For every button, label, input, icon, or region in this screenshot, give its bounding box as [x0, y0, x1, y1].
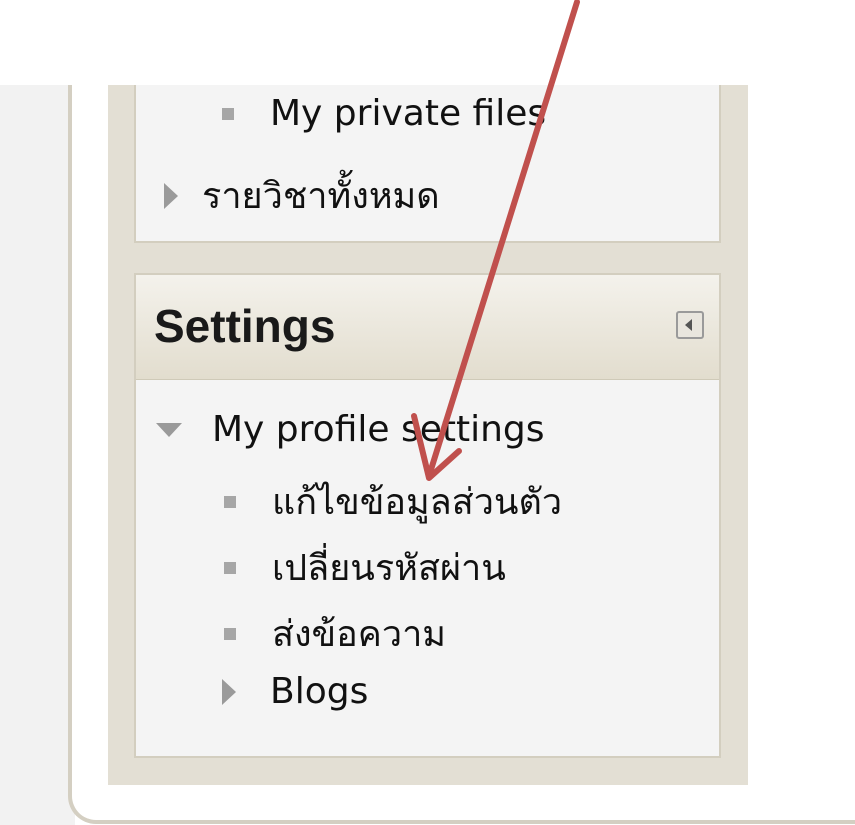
- nav-item-label[interactable]: รายวิชาทั้งหมด: [202, 167, 440, 224]
- nav-item-label[interactable]: My private files: [270, 93, 546, 134]
- bullet-icon: [224, 561, 236, 574]
- settings-item-label[interactable]: เปลี่ยนรหัสผ่าน: [272, 539, 506, 596]
- settings-item-messages[interactable]: ส่งข้อความ: [224, 605, 446, 662]
- expand-arrow-icon[interactable]: [222, 678, 236, 705]
- settings-item-label[interactable]: ส่งข้อความ: [272, 605, 446, 662]
- bullet-icon: [224, 627, 236, 640]
- settings-header: Settings: [136, 275, 719, 380]
- navigation-block: My private files รายวิชาทั้งหมด: [134, 85, 721, 243]
- settings-item-label[interactable]: My profile settings: [212, 409, 545, 450]
- dock-left-icon[interactable]: [676, 311, 704, 339]
- bullet-icon: [222, 107, 234, 120]
- bullet-icon: [224, 495, 236, 508]
- page-background-left: [0, 85, 75, 825]
- nav-item-all-courses[interactable]: รายวิชาทั้งหมด: [164, 167, 440, 224]
- settings-item-change-password[interactable]: เปลี่ยนรหัสผ่าน: [224, 539, 506, 596]
- settings-block: Settings My profile settings แก้ไขข้อมูล…: [134, 273, 721, 758]
- expand-arrow-icon[interactable]: [164, 182, 178, 209]
- settings-item-label[interactable]: แก้ไขข้อมูลส่วนตัว: [272, 473, 562, 530]
- nav-item-private-files[interactable]: My private files: [222, 93, 546, 134]
- settings-item-profile[interactable]: My profile settings: [156, 409, 545, 450]
- settings-item-blogs[interactable]: Blogs: [222, 671, 368, 712]
- settings-item-edit-profile[interactable]: แก้ไขข้อมูลส่วนตัว: [224, 473, 562, 530]
- settings-title: Settings: [154, 300, 336, 352]
- collapse-arrow-icon[interactable]: [156, 422, 182, 437]
- settings-item-label[interactable]: Blogs: [270, 671, 368, 712]
